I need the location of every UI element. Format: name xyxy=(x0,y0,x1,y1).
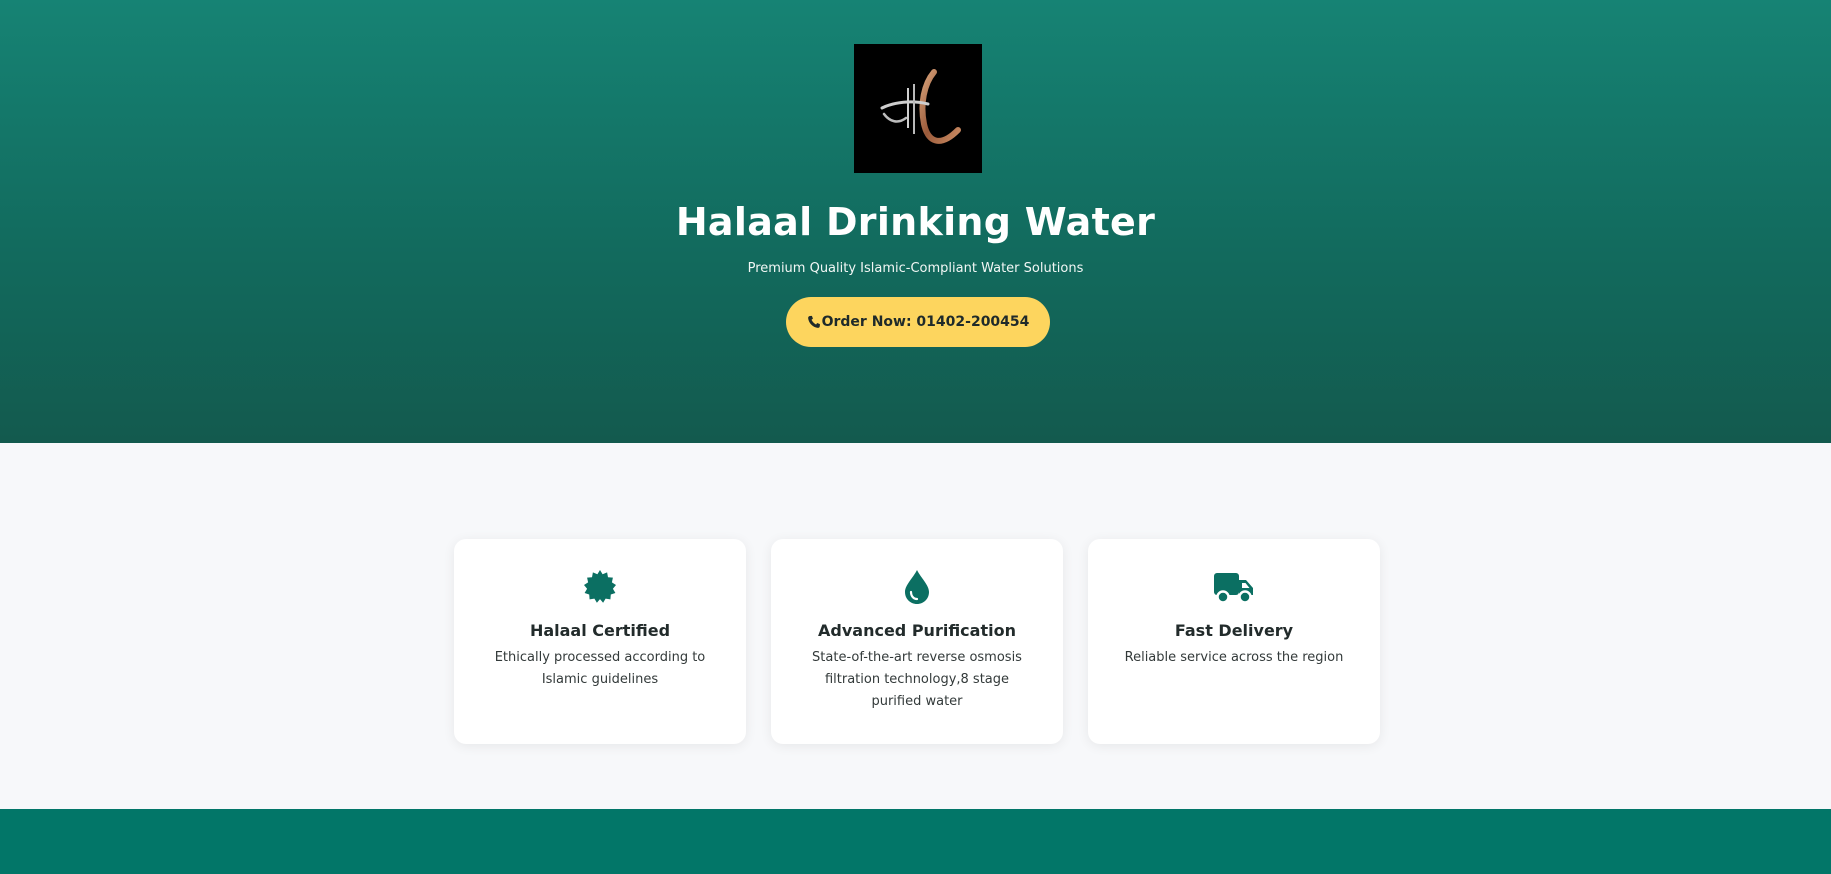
phone-icon xyxy=(807,315,821,329)
halaal-logo xyxy=(854,44,982,173)
footer-band xyxy=(0,809,1831,874)
order-now-button[interactable]: Order Now: 01402-200454 xyxy=(786,297,1050,347)
water-drop-icon xyxy=(771,569,1063,605)
order-now-label: Order Now: 01402-200454 xyxy=(821,314,1030,330)
badge-check-icon xyxy=(454,569,746,605)
feature-description: Ethically processed according to Islamic… xyxy=(494,650,706,687)
feature-title: Halaal Certified xyxy=(529,621,671,640)
features-section: Halaal Certified Ethically processed acc… xyxy=(0,443,1831,809)
feature-card-halaal-certified: Halaal Certified Ethically processed acc… xyxy=(454,539,746,744)
hero-subtitle: Premium Quality Islamic-Compliant Water … xyxy=(747,261,1084,276)
page-title: Halaal Drinking Water xyxy=(675,200,1156,244)
feature-title: Fast Delivery xyxy=(1174,621,1294,640)
truck-icon xyxy=(1088,569,1380,605)
feature-title: Advanced Purification xyxy=(818,621,1016,640)
feature-description: Reliable service across the region xyxy=(1124,650,1344,665)
feature-card-advanced-purification: Advanced Purification State-of-the-art r… xyxy=(771,539,1063,744)
feature-card-fast-delivery: Fast Delivery Reliable service across th… xyxy=(1088,539,1380,744)
feature-description: State-of-the-art reverse osmosis filtrat… xyxy=(812,650,1022,709)
hero-section: Halaal Drinking Water Premium Quality Is… xyxy=(0,0,1831,443)
